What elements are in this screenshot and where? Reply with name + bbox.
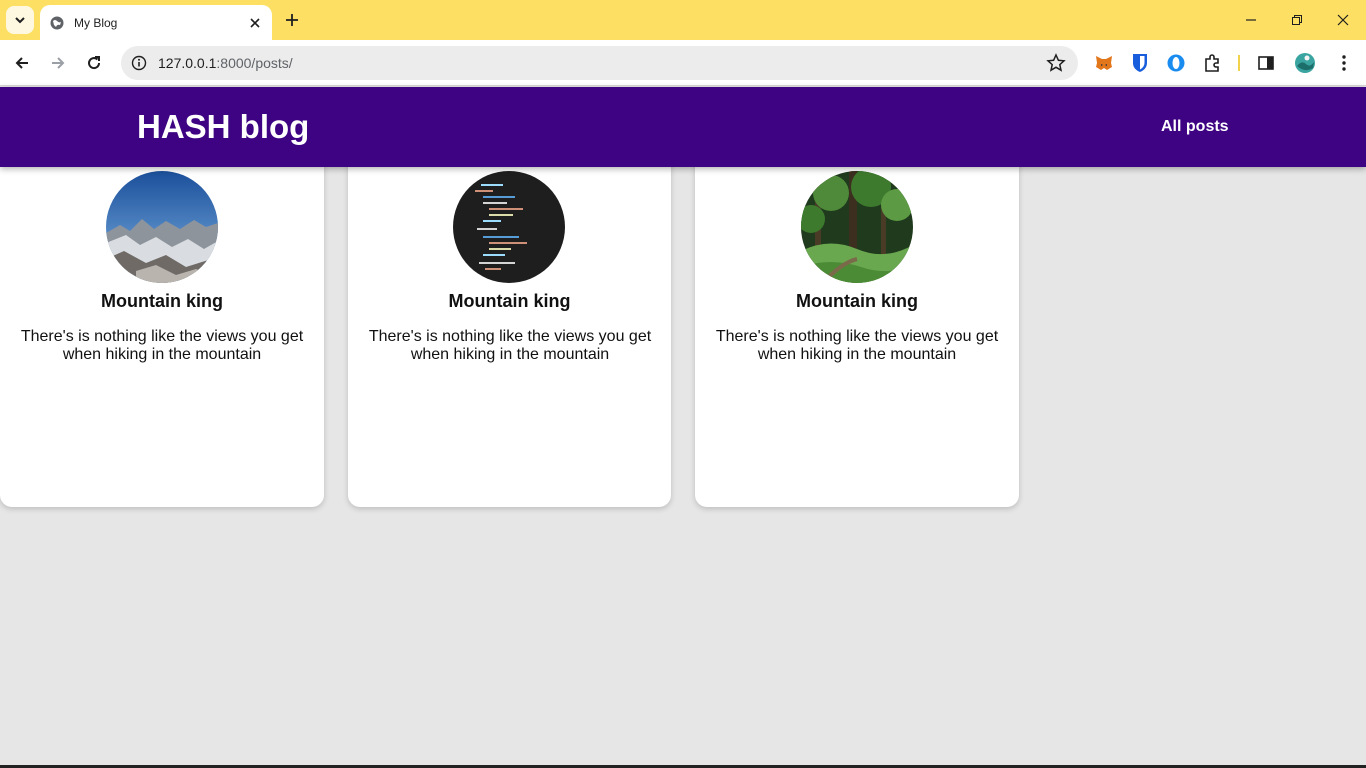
post-title: Mountain king bbox=[796, 291, 918, 311]
site-header: HASH blog All posts bbox=[0, 87, 1366, 167]
chevron-down-icon bbox=[15, 17, 25, 24]
back-button[interactable] bbox=[10, 51, 34, 75]
post-image-forest bbox=[801, 171, 913, 283]
globe-icon bbox=[50, 16, 64, 29]
metamask-extension-icon[interactable] bbox=[1093, 52, 1115, 74]
profile-avatar[interactable] bbox=[1294, 52, 1316, 74]
url-host: 127.0.0.1 bbox=[158, 55, 217, 71]
close-icon[interactable] bbox=[248, 16, 262, 30]
browser-tab-strip: My Blog bbox=[0, 0, 1366, 40]
all-posts-link[interactable]: All posts bbox=[1161, 118, 1229, 136]
reload-icon bbox=[88, 56, 101, 70]
browser-toolbar: 127.0.0.1:8000/posts/ bbox=[0, 40, 1366, 86]
post-title: Mountain king bbox=[448, 291, 571, 311]
post-excerpt: There's is nothing like the views you ge… bbox=[715, 328, 999, 363]
post-image-code bbox=[453, 171, 565, 283]
post-card[interactable]: Mountain king There's is nothing like th… bbox=[0, 150, 324, 507]
toolbar-separator bbox=[1238, 55, 1240, 71]
reload-button[interactable] bbox=[82, 51, 106, 75]
browser-tab[interactable]: My Blog bbox=[40, 5, 272, 40]
site-info-icon[interactable] bbox=[129, 53, 149, 73]
post-excerpt: There's is nothing like the views you ge… bbox=[20, 328, 304, 363]
bitwarden-extension-icon[interactable] bbox=[1129, 52, 1151, 74]
star-icon[interactable] bbox=[1046, 53, 1066, 73]
close-window-button[interactable] bbox=[1320, 0, 1366, 40]
arrow-right-icon bbox=[52, 57, 65, 69]
new-tab-button[interactable] bbox=[282, 10, 302, 30]
site-title[interactable]: HASH blog bbox=[137, 108, 309, 146]
forward-button[interactable] bbox=[46, 51, 70, 75]
tab-title: My Blog bbox=[74, 15, 118, 30]
opera-extension-icon[interactable] bbox=[1165, 52, 1187, 74]
address-bar[interactable]: 127.0.0.1:8000/posts/ bbox=[121, 46, 1078, 80]
url-text[interactable]: 127.0.0.1:8000/posts/ bbox=[158, 55, 293, 71]
puzzle-icon[interactable] bbox=[1201, 52, 1223, 74]
post-image-mountain bbox=[106, 171, 218, 283]
minimize-button[interactable] bbox=[1228, 0, 1274, 40]
post-excerpt: There's is nothing like the views you ge… bbox=[368, 328, 652, 363]
post-card[interactable]: Mountain king There's is nothing like th… bbox=[348, 150, 671, 507]
tab-search-button[interactable] bbox=[6, 6, 34, 34]
minimize-icon bbox=[1246, 19, 1256, 21]
restore-button[interactable] bbox=[1274, 0, 1320, 40]
more-menu-icon[interactable] bbox=[1333, 52, 1355, 74]
arrow-left-icon bbox=[15, 57, 28, 69]
close-icon bbox=[1337, 14, 1349, 26]
post-card[interactable]: Mountain king There's is nothing like th… bbox=[695, 150, 1019, 507]
side-panel-icon[interactable] bbox=[1255, 52, 1277, 74]
restore-icon bbox=[1292, 15, 1302, 25]
post-title: Mountain king bbox=[101, 291, 223, 311]
plus-icon bbox=[286, 14, 298, 26]
url-path: :8000/posts/ bbox=[216, 55, 293, 71]
